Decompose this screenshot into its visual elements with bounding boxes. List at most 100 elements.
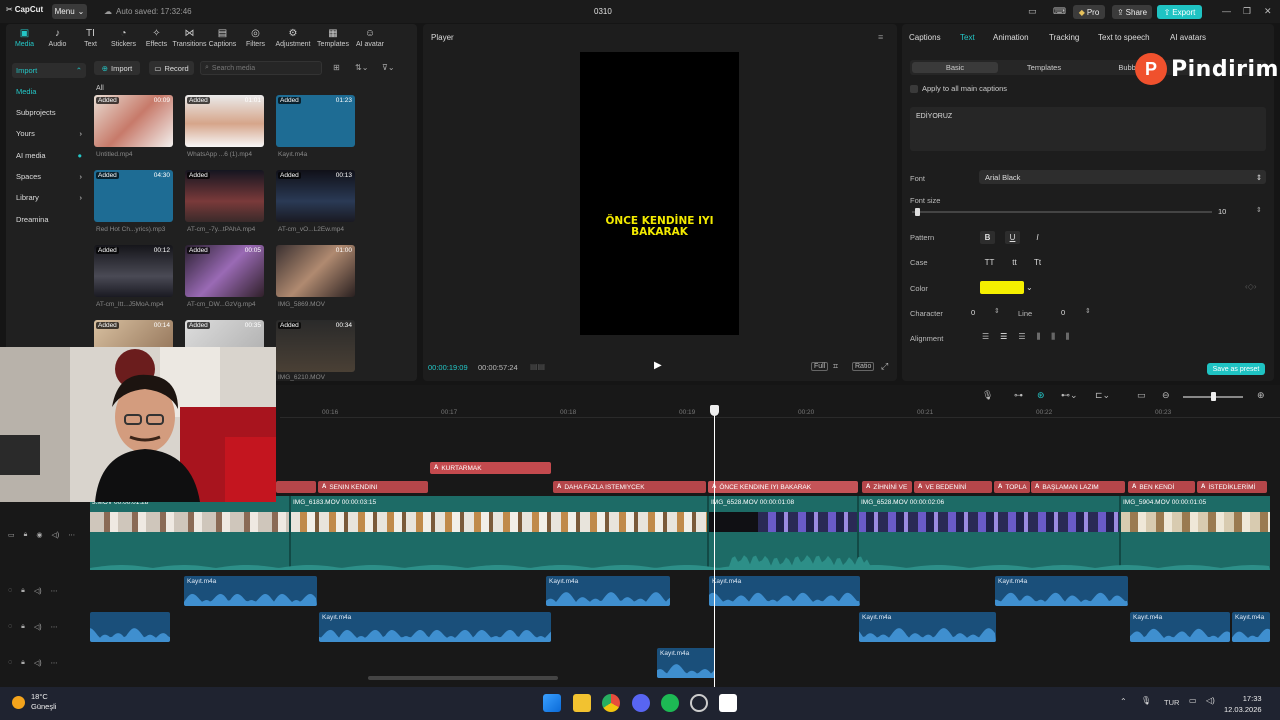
tool-audio[interactable]: ♪ Audio — [41, 24, 74, 52]
tab-text[interactable]: Text — [960, 33, 975, 42]
bold-button[interactable]: B — [980, 231, 995, 244]
maximize-icon[interactable]: ❐ — [1243, 6, 1251, 17]
audio-clip[interactable]: Kayıt.m4a — [859, 612, 996, 642]
stepper-icon[interactable]: ⇕ — [1085, 307, 1091, 315]
menu-button[interactable]: Menu ⌄ — [52, 4, 87, 19]
export-button[interactable]: ⇧ Export — [1157, 5, 1202, 19]
tab-animation[interactable]: Animation — [993, 33, 1029, 42]
caption-clip[interactable]: A ZİHNİNİ VE — [862, 481, 912, 493]
media-thumb[interactable]: Added 04:30 — [94, 170, 173, 222]
playhead-handle[interactable] — [710, 405, 719, 416]
chrome-icon[interactable] — [602, 694, 620, 712]
lowercase-button[interactable]: tt — [1007, 256, 1022, 269]
underline-button[interactable]: U — [1005, 231, 1020, 244]
tool-templates[interactable]: ▦ Templates — [314, 24, 352, 52]
capcut-taskbar-icon[interactable] — [719, 694, 737, 712]
chain-icon[interactable]: ⊷⌄ — [1061, 390, 1078, 401]
playhead[interactable] — [714, 407, 715, 687]
sidebar-item-library[interactable]: Library › — [12, 190, 86, 205]
discord-icon[interactable] — [632, 694, 650, 712]
media-thumb[interactable]: Added 01:01 — [185, 95, 264, 147]
sidebar-item-dreamina[interactable]: Dreamina — [12, 212, 86, 227]
caption-text-input[interactable]: EDİYORUZ — [910, 107, 1266, 151]
caption-clip[interactable]: AÖNCE KENDINE IYI BAKARAK — [708, 481, 858, 493]
align-center-icon[interactable]: ☰ — [1000, 332, 1007, 342]
align-vertical-center-icon[interactable]: ⫼ — [1051, 332, 1055, 342]
audio-clip[interactable]: Kayıt.m4a — [1232, 612, 1270, 642]
tool-adjustment[interactable]: ⚙ Adjustment — [272, 24, 314, 52]
chevron-down-icon[interactable]: ⌄ — [1026, 283, 1033, 292]
crop-icon[interactable]: ⌗ — [833, 361, 838, 372]
caption-clip[interactable]: A SENIN KENDINI — [318, 481, 428, 493]
audio-clip[interactable] — [90, 612, 170, 642]
tool-media[interactable]: ▣ Media — [8, 24, 41, 52]
uppercase-button[interactable]: TT — [982, 256, 997, 269]
preview-axis-icon[interactable]: ▭ — [1137, 390, 1146, 401]
audio-clip[interactable]: Kayıt.m4a — [995, 576, 1128, 606]
caption-clip[interactable]: A DAHA FAZLA ISTEMIYCEK — [553, 481, 706, 493]
subtab-templates[interactable]: Templates — [1000, 62, 1088, 73]
character-spacing-value[interactable]: 0 — [971, 308, 975, 317]
weather-widget[interactable]: 18°C Güneşli — [12, 692, 56, 712]
sidebar-item-media[interactable]: Media — [12, 84, 86, 99]
font-size-slider[interactable] — [912, 211, 1212, 213]
align-left-icon[interactable]: ☰ — [982, 332, 989, 342]
tool-stickers[interactable]: ◔ Stickers — [107, 24, 140, 52]
zoom-out-icon[interactable]: ⊖ — [1162, 390, 1170, 401]
import-button[interactable]: ⊕ Import — [94, 61, 140, 75]
timeline-scrollbar[interactable] — [368, 676, 558, 680]
fullscreen-icon[interactable]: ⤢ — [881, 361, 888, 372]
speaker-icon[interactable]: ◁) — [34, 587, 42, 595]
link-icon[interactable]: ⊶ — [1014, 390, 1023, 401]
keyframe-icon[interactable]: ‹◇› — [1245, 282, 1256, 291]
sidebar-item-spaces[interactable]: Spaces › — [12, 169, 86, 184]
share-button[interactable]: ⇪ Share — [1112, 5, 1152, 19]
caption-overlay[interactable]: ÖNCE KENDİNE IYI BAKARAK — [580, 216, 739, 238]
clock[interactable]: 17:33 12.03.2026 — [1224, 693, 1262, 715]
sidebar-item-import[interactable]: Import ⌃ — [12, 63, 86, 78]
tool-effects[interactable]: ✧ Effects — [140, 24, 173, 52]
audio-clip[interactable]: Kayıt.m4a — [184, 576, 317, 606]
menu-icon[interactable]: ≡ — [878, 32, 883, 42]
media-thumb[interactable]: Added 00:05 — [185, 245, 264, 297]
audio-clip[interactable]: Kayıt.m4a — [319, 612, 551, 642]
timecode-format-icon[interactable]: ▤▤ — [530, 362, 545, 371]
pro-button[interactable]: ◆ Pro — [1073, 5, 1105, 19]
font-size-slider-handle[interactable] — [915, 208, 920, 216]
lock-icon[interactable]: 🔒︎ — [24, 531, 28, 539]
tool-transitions[interactable]: ⋈ Transitions — [173, 24, 207, 52]
chevron-up-icon[interactable]: ⌃ — [1120, 697, 1127, 706]
more-icon[interactable]: ⋯ — [51, 659, 58, 667]
zoom-in-icon[interactable]: ⊕ — [1257, 390, 1265, 401]
obs-icon[interactable] — [690, 694, 708, 712]
titlecase-button[interactable]: Tt — [1030, 256, 1045, 269]
caption-clip[interactable]: A KURTARMAK — [430, 462, 551, 474]
caption-clip[interactable]: A BAŞLAMAN LAZIM — [1031, 481, 1125, 493]
main-video-track[interactable]: 3.MOV 00:00:01:28 IMG_6183.MOV 00:00:03:… — [90, 496, 1270, 570]
speaker-icon[interactable]: ◁) — [34, 659, 42, 667]
microphone-icon[interactable]: 🎙 — [982, 390, 993, 401]
caption-clip[interactable]: A TOPLA — [994, 481, 1030, 493]
speaker-icon[interactable]: ◁) — [34, 623, 42, 631]
media-thumb[interactable]: Added — [185, 170, 264, 222]
sort-icon[interactable]: ⇅⌄ — [355, 63, 368, 72]
zoom-slider-handle[interactable] — [1211, 392, 1216, 401]
apply-all-checkbox[interactable]: Apply to all main captions — [910, 84, 1007, 93]
filter-icon[interactable]: ⊽⌄ — [382, 63, 395, 72]
play-button[interactable]: ▶ — [654, 360, 662, 371]
stepper-icon[interactable]: ⇕ — [994, 307, 1000, 315]
media-thumb[interactable]: Added 00:34 — [276, 320, 355, 372]
network-icon[interactable]: ▭ — [1189, 696, 1197, 705]
audio-clip[interactable]: Kayıt.m4a — [709, 576, 860, 606]
windows-start-icon[interactable] — [543, 694, 561, 712]
more-icon[interactable]: ⋯ — [68, 531, 75, 539]
split-icon[interactable]: ⊏⌄ — [1095, 390, 1110, 401]
tab-text-to-speech[interactable]: Text to speech — [1098, 33, 1150, 42]
media-thumb[interactable]: Added 00:12 — [94, 245, 173, 297]
volume-icon[interactable]: ◁) — [1206, 696, 1215, 705]
italic-button[interactable]: I — [1030, 231, 1045, 244]
caption-clip[interactable] — [276, 481, 316, 493]
tab-ai-avatars[interactable]: AI avatars — [1170, 33, 1206, 42]
media-thumb[interactable]: Added 00:09 — [94, 95, 173, 147]
media-thumb[interactable]: Added 01:23 — [276, 95, 355, 147]
